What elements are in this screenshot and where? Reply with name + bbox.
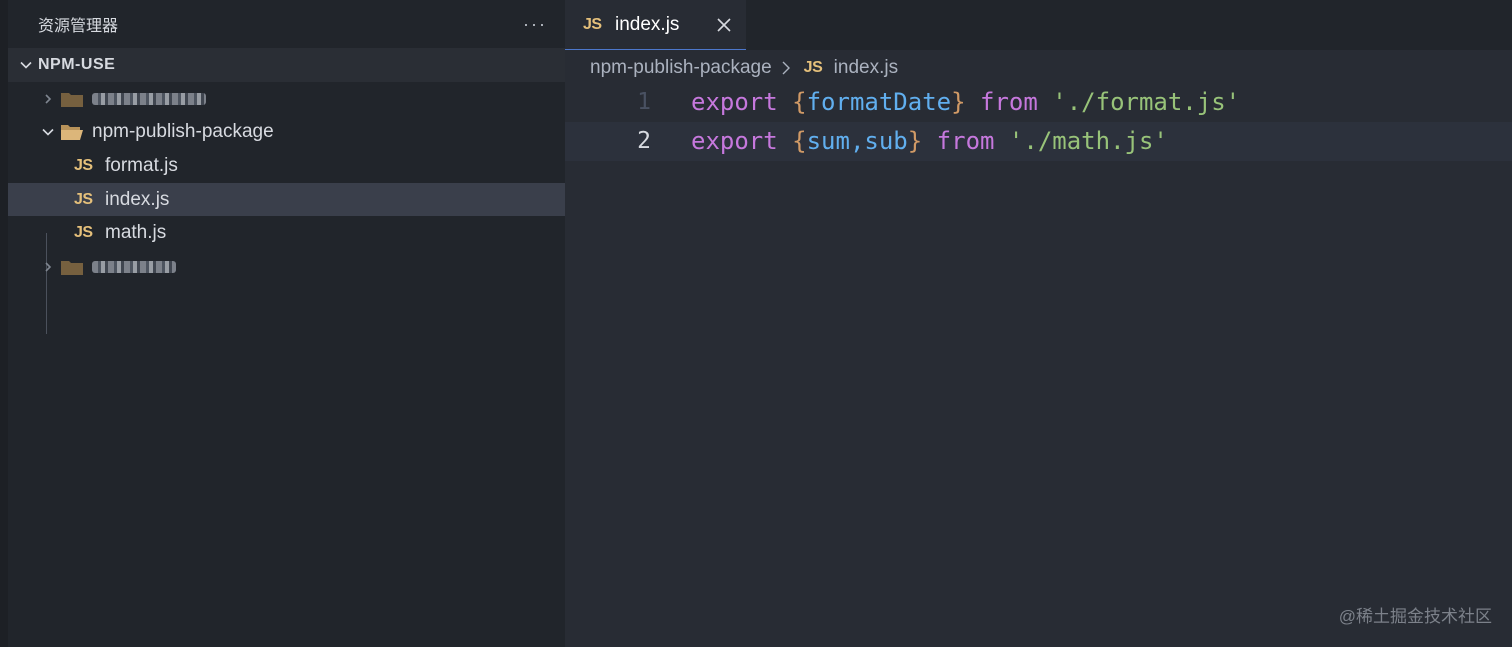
folder-icon — [60, 89, 84, 109]
tab-index-js[interactable]: JS index.js — [565, 0, 746, 50]
file-label: index.js — [105, 188, 170, 210]
chevron-right-icon — [778, 60, 794, 76]
vscode-window: 资源管理器 ··· NPM-USE npm-publish-package JS… — [0, 0, 1512, 647]
breadcrumb: npm-publish-package JS index.js — [565, 50, 1512, 86]
chevron-right-icon — [36, 255, 60, 279]
keyword-token: export — [691, 87, 778, 116]
bracket-token: { — [792, 127, 807, 156]
editor-area: JS index.js npm-publish-package JS index… — [565, 0, 1512, 647]
chevron-down-icon — [14, 53, 38, 77]
js-file-icon: JS — [74, 190, 93, 208]
workspace-section-header[interactable]: NPM-USE — [8, 48, 565, 82]
explorer-header: 资源管理器 ··· — [8, 0, 565, 48]
js-file-icon: JS — [803, 59, 823, 76]
tree-file-index-js[interactable]: JS index.js — [8, 182, 565, 217]
line-content: export {formatDate} from './format.js' — [651, 88, 1240, 116]
file-tree: npm-publish-package JS format.js JS inde… — [8, 82, 565, 334]
keyword-token: export — [691, 127, 778, 156]
file-label: math.js — [105, 222, 167, 244]
tree-folder-blurred-2[interactable] — [8, 250, 565, 284]
more-actions-icon[interactable]: ··· — [523, 15, 547, 33]
close-icon[interactable] — [712, 13, 736, 37]
folder-open-icon — [60, 122, 84, 142]
line-number: 1 — [637, 88, 651, 115]
identifier-token: formatDate — [806, 87, 952, 116]
js-file-icon: JS — [74, 224, 93, 242]
string-token: './format.js' — [1052, 87, 1241, 116]
string-token: './math.js' — [1008, 127, 1168, 156]
folder-label: npm-publish-package — [92, 121, 274, 143]
tab-bar: JS index.js — [565, 0, 1512, 50]
identifier-token: sum,sub — [806, 127, 908, 156]
workspace-title: NPM-USE — [38, 56, 116, 73]
explorer-sidebar: 资源管理器 ··· NPM-USE npm-publish-package JS… — [0, 0, 565, 647]
breadcrumb-file[interactable]: index.js — [834, 57, 898, 79]
keyword-token: from — [980, 87, 1038, 116]
blurred-folder-name — [92, 260, 176, 273]
bracket-token: } — [951, 87, 966, 116]
tree-file-format-js[interactable]: JS format.js — [8, 149, 565, 183]
code-editor[interactable]: 1 export {formatDate} from './format.js'… — [565, 82, 1512, 161]
tree-folder-npm-publish-package[interactable]: npm-publish-package — [8, 116, 565, 150]
tree-folder-blurred-1[interactable] — [8, 82, 565, 116]
code-line-1[interactable]: 1 export {formatDate} from './format.js' — [565, 82, 1512, 122]
keyword-token: from — [936, 127, 995, 156]
code-line-2[interactable]: 2 export {sum,sub} from './math.js' — [565, 121, 1512, 161]
blurred-folder-name — [92, 92, 206, 105]
js-file-icon: JS — [583, 15, 602, 33]
tab-label: index.js — [615, 13, 680, 35]
chevron-down-icon — [36, 120, 60, 144]
explorer-title: 资源管理器 — [38, 18, 119, 35]
watermark: @稀土掘金技术社区 — [1338, 607, 1492, 626]
js-file-icon: JS — [74, 156, 93, 174]
line-content: export {sum,sub} from './math.js' — [651, 127, 1168, 155]
folder-icon — [60, 257, 84, 277]
line-number: 2 — [637, 128, 651, 155]
tree-file-math-js[interactable]: JS math.js — [8, 216, 565, 250]
file-label: format.js — [105, 154, 178, 176]
chevron-right-icon — [36, 87, 60, 111]
bracket-token: } — [907, 127, 923, 156]
breadcrumb-folder[interactable]: npm-publish-package — [590, 57, 772, 79]
bracket-token: { — [792, 87, 807, 116]
